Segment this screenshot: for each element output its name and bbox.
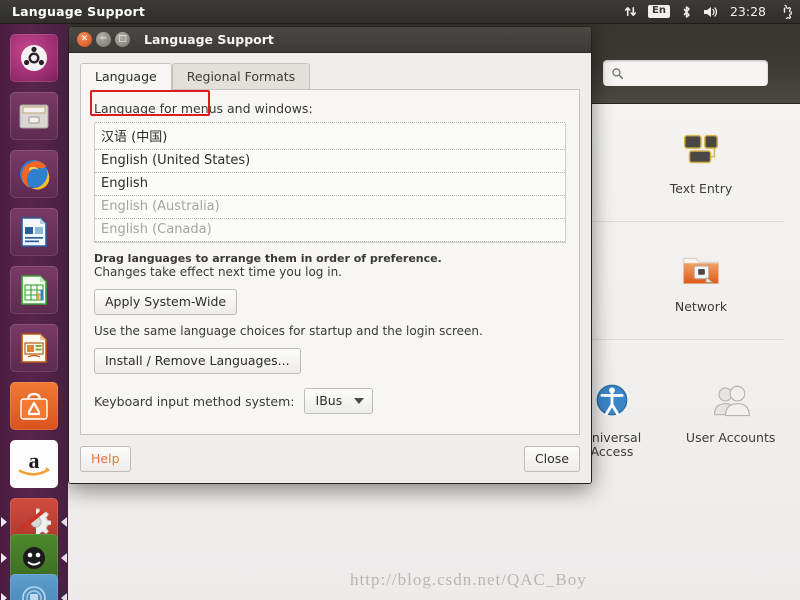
chevron-down-icon [354,397,365,404]
language-section-label: Language for menus and windows: [94,101,313,116]
drag-hint-bold: Drag languages to arrange them in order … [94,252,442,265]
settings-search-input[interactable] [603,60,768,86]
launcher-item-libreoffice-calc[interactable] [7,263,61,317]
ubuntu-dash-icon [10,34,58,82]
input-method-label: Keyboard input method system: [94,393,295,409]
list-item[interactable]: English (Australia) [95,195,565,219]
unity-launcher: a [0,24,68,600]
files-icon [10,92,58,140]
panel-window-title: Language Support [12,4,146,19]
dialog-tabs: Language Regional Formats [80,62,580,90]
launcher-item-trash[interactable] [7,571,61,600]
firefox-icon [10,150,58,198]
svg-text:a: a [29,448,40,473]
dialog-titlebar[interactable]: ✕ ─ □ Language Support [69,27,591,53]
launcher-item-amazon[interactable]: a [7,437,61,491]
list-item[interactable]: English [95,172,565,196]
amazon-icon: a [10,440,58,488]
keyboard-layout-indicator[interactable]: En [648,5,670,18]
unity-top-panel: Language Support En 23:28 [0,0,800,24]
apply-hint: Use the same language choices for startu… [94,324,483,338]
help-button[interactable]: Help [80,446,131,472]
minimize-window-button[interactable]: ─ [96,32,111,47]
user-accounts-icon [706,375,756,425]
apply-system-wide-row: Apply System-Wide [94,289,566,315]
apply-system-wide-button[interactable]: Apply System-Wide [94,289,238,315]
settings-item-user-accounts[interactable]: User Accounts [671,367,790,470]
search-icon [612,67,624,79]
desktop-screen: . . Security & Privacy [0,0,800,600]
libreoffice-calc-icon [10,266,58,314]
launcher-item-libreoffice-writer[interactable] [7,205,61,259]
language-tab-panel: Language for menus and windows: 汉语 (中国) … [80,89,580,435]
input-method-row: Keyboard input method system: IBus [94,388,566,414]
maximize-window-button[interactable]: □ [115,32,130,47]
launcher-item-ubuntu-software[interactable] [7,379,61,433]
libreoffice-writer-icon [10,208,58,256]
language-support-dialog: ✕ ─ □ Language Support Language Regional… [68,26,592,484]
settings-item-label: Network [674,298,728,314]
list-item[interactable]: English (Canada) [95,218,565,242]
list-item[interactable]: English (United States) [95,149,565,173]
settings-item-network[interactable]: Network [612,236,790,339]
dialog-footer: Help Close [69,435,591,483]
dialog-body: Language Regional Formats Language for m… [69,53,591,435]
settings-item-text-entry[interactable]: Text Entry [612,118,790,221]
install-remove-languages-button[interactable]: Install / Remove Languages... [94,348,301,374]
bluetooth-icon[interactable] [681,5,692,19]
drag-hint-normal: Changes take effect next time you log in… [94,265,342,279]
libreoffice-impress-icon [10,324,58,372]
list-item[interactable]: 汉语 (中国) [95,122,565,150]
session-menu-gear-icon[interactable] [777,4,792,19]
close-window-button[interactable]: ✕ [77,32,92,47]
text-entry-icon [676,126,726,176]
panel-indicators: En 23:28 [624,4,792,19]
settings-item-label: User Accounts [685,429,776,445]
tab-regional-formats[interactable]: Regional Formats [171,63,311,90]
tab-language[interactable]: Language [80,63,172,90]
settings-item-label: Text Entry [669,181,733,196]
launcher-item-dash-home[interactable] [7,31,61,85]
language-list[interactable]: 汉语 (中国) English (United States) English … [90,90,566,243]
launcher-item-libreoffice-impress[interactable] [7,321,61,375]
launcher-item-files[interactable] [7,89,61,143]
input-method-select[interactable]: IBus [303,388,374,414]
input-method-value: IBus [315,393,343,408]
volume-icon[interactable] [703,5,719,19]
clock[interactable]: 23:28 [730,4,766,19]
install-remove-row: Install / Remove Languages... [94,348,566,374]
network-icon [676,244,726,294]
close-button[interactable]: Close [523,446,580,472]
universal-access-icon [587,375,637,425]
watermark-text: http://blog.csdn.net/QAC_Boy [350,570,587,589]
trash-icon [10,574,58,600]
network-indicator-icon[interactable] [624,5,637,18]
ubuntu-software-icon [10,382,58,430]
dialog-title: Language Support [144,32,274,47]
launcher-item-firefox[interactable] [7,147,61,201]
